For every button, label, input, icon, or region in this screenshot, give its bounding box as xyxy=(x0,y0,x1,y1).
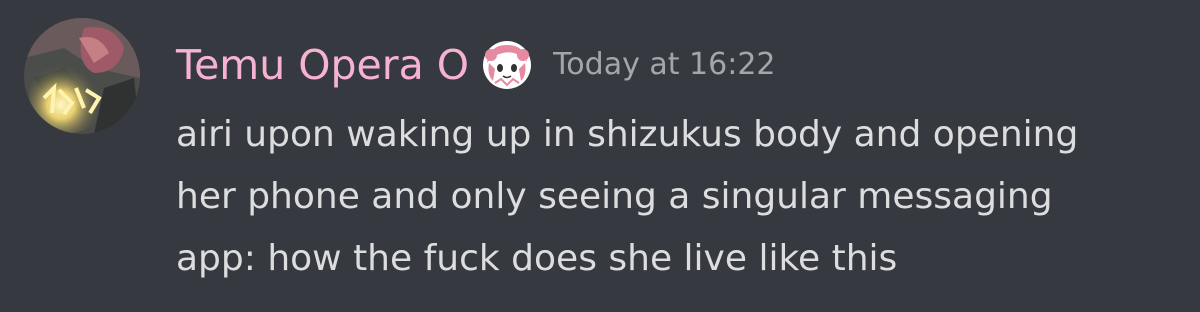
role-icon[interactable] xyxy=(481,39,533,91)
username[interactable]: Temu Opera O xyxy=(176,44,469,86)
chat-message: Temu Opera O Today at 16:22 airi upon wa… xyxy=(0,0,1200,312)
message-line: airi upon waking up in shizukus body and… xyxy=(176,114,1079,155)
message-header: Temu Opera O Today at 16:22 xyxy=(176,30,776,100)
message-content: airi upon waking up in shizukus body and… xyxy=(176,104,1166,290)
message-line: her phone and only seeing a singular mes… xyxy=(176,176,1053,217)
user-avatar[interactable] xyxy=(24,18,140,134)
message-line: app: how the fuck does she live like thi… xyxy=(176,238,898,279)
character-icon xyxy=(483,41,532,89)
avatar-image xyxy=(24,18,140,134)
timestamp: Today at 16:22 xyxy=(553,47,776,82)
